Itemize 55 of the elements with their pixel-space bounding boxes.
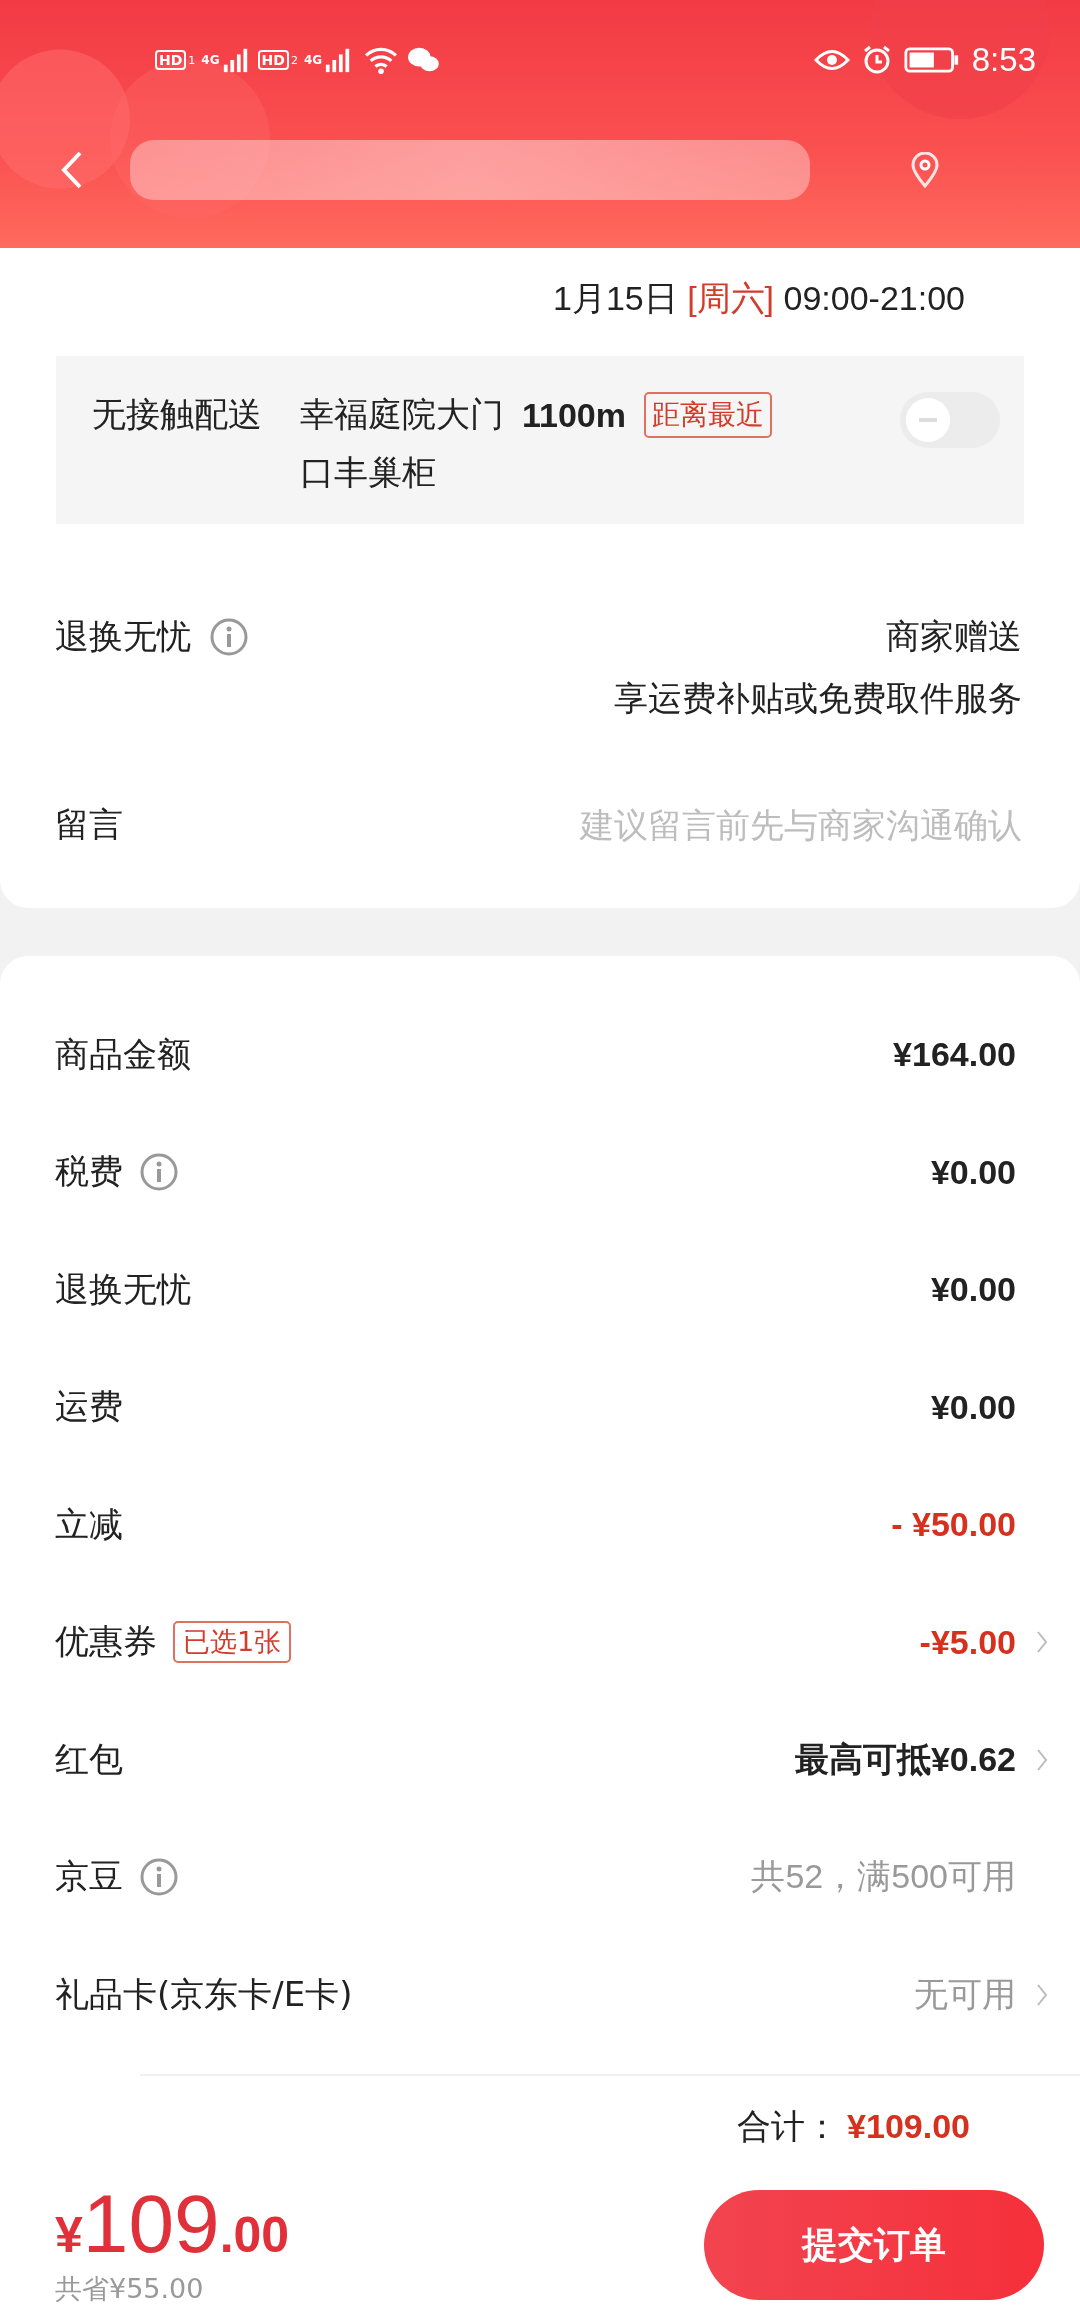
chevron-icon[interactable] [1036, 1630, 1048, 1655]
submit-order-button[interactable]: 提交订单 [704, 2190, 1044, 2300]
row-value: ¥0.00 [930, 1270, 1016, 1310]
savings-text: 共省¥55.00 [55, 2272, 205, 2306]
battery-icon [903, 46, 960, 74]
row-value: 最高可抵¥0.62 [794, 1738, 1016, 1780]
row-value: -¥5.00 [919, 1622, 1016, 1662]
sim-slot-label: 2 [290, 53, 298, 67]
coupon-tag: 已选1张 [173, 1621, 292, 1664]
message-field[interactable]: 建议留言前先与商家沟通确认 [462, 805, 1022, 845]
pickup-distance: 1100m [522, 395, 626, 435]
row-value: - ¥50.00 [891, 1505, 1016, 1545]
total-amount: ¥109.00 [847, 2107, 970, 2146]
row-value: 无可用 [914, 1973, 1016, 2015]
row-value: ¥164.00 [893, 1035, 1016, 1075]
total-label: 合计： [737, 2104, 840, 2148]
info-icon[interactable] [139, 1152, 179, 1193]
alarm-clock-icon [861, 45, 892, 75]
row-label: 立减 [55, 1502, 123, 1546]
eye-icon [813, 47, 850, 73]
signal-icon [221, 46, 250, 74]
row-value: 共52，满500可用 [751, 1856, 1016, 1898]
row-label: 运费 [55, 1385, 123, 1429]
status-time: 8:53 [971, 41, 1036, 79]
row-label: 退换无忧 [55, 615, 191, 658]
location-pin-icon[interactable] [910, 152, 940, 188]
row-label: 礼品卡(京东卡/E卡) [55, 1972, 353, 2016]
delivery-time: 1月15日 [周六] 09:00-21:00 [552, 278, 965, 319]
hd-label: HD [155, 50, 187, 70]
row-value: ¥0.00 [930, 1152, 1016, 1192]
network-label: 4G [201, 53, 220, 67]
network-label: 4G [303, 53, 323, 67]
row-value: 商家赠送 [886, 615, 1022, 658]
chat-bubbles-icon [406, 46, 441, 74]
service-note: 享运费补贴或免费取件服务 [614, 677, 1022, 720]
nearest-tag: 距离最近 [644, 392, 772, 438]
pickup-place: 口丰巢柜 [300, 451, 437, 494]
row-label: 红包 [55, 1737, 123, 1781]
row-label: 税费 [55, 1150, 123, 1194]
row-value: ¥0.00 [930, 1387, 1016, 1427]
row-label: 留言 [55, 803, 123, 846]
chevron-icon[interactable] [1036, 1982, 1048, 2007]
sim-slot-label: 1 [188, 53, 196, 67]
payable-price: ¥109.00 [55, 2183, 290, 2265]
pickup-place: 幸福庭院大门 [300, 393, 504, 436]
row-label: 商品金额 [55, 1032, 191, 1076]
contactless-label: 无接触配送 [92, 393, 262, 436]
info-icon[interactable] [209, 617, 249, 657]
row-label: 退换无忧 [55, 1267, 191, 1311]
wifi-icon [364, 46, 399, 74]
info-icon[interactable] [139, 1857, 179, 1898]
row-label: 优惠券 [55, 1620, 157, 1664]
hd-label: HD [257, 50, 289, 70]
chevron-icon[interactable] [1036, 1747, 1048, 1772]
row-label: 京豆 [55, 1855, 123, 1899]
